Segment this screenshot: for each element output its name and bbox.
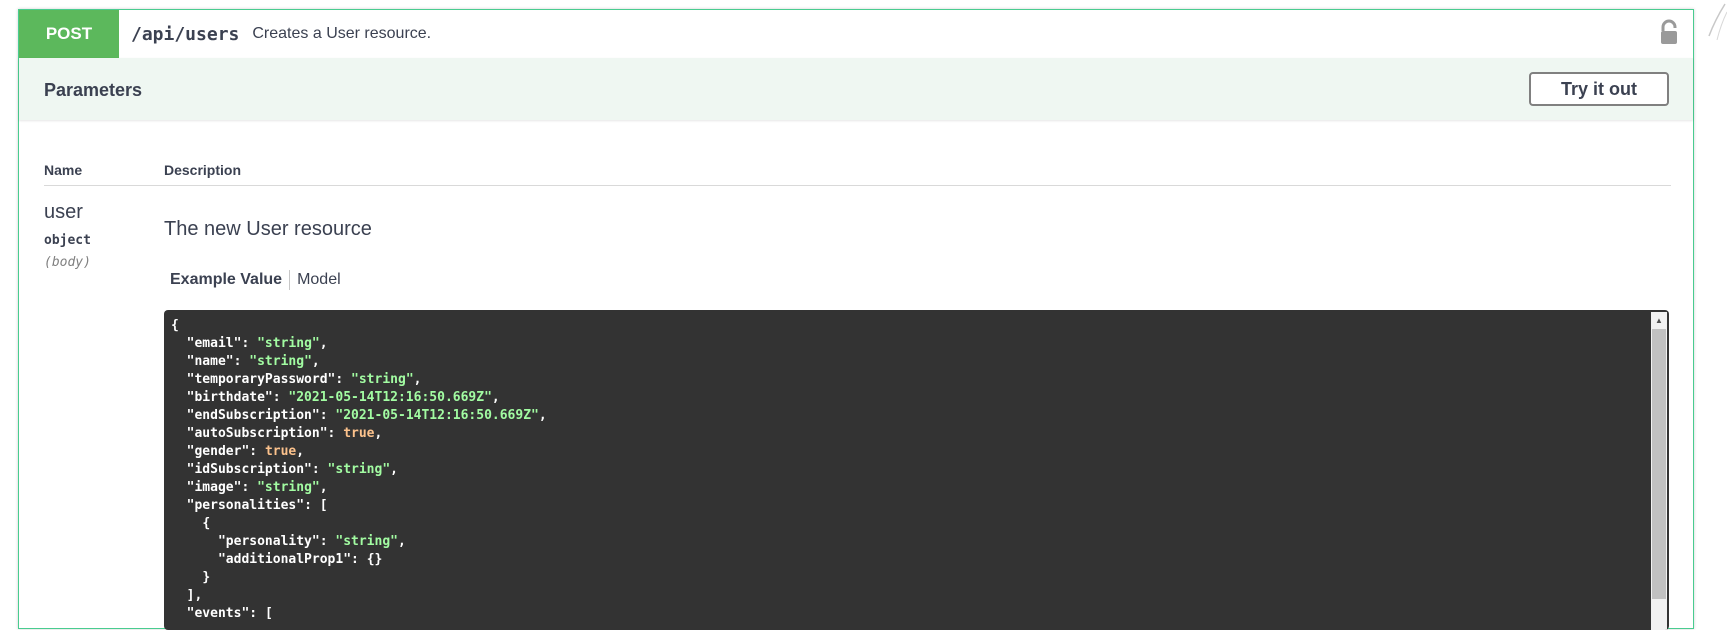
endpoint-path: /api/users: [131, 23, 240, 45]
code-key: "personalities": [186, 498, 305, 513]
code-line: "temporaryPassword": "string",: [186, 372, 422, 387]
code-punct: ],: [186, 588, 203, 603]
example-code-block[interactable]: { "email": "string", "name": "string", "…: [164, 310, 1669, 630]
parameter-description: The new User resource: [164, 218, 372, 240]
code-value: "string": [257, 336, 320, 351]
code-key: "email": [186, 336, 242, 351]
parameters-title: Parameters: [44, 80, 143, 100]
name-column-header: Name: [44, 162, 83, 178]
code-key: "additionalProp1": [217, 552, 352, 567]
parameter-name: user: [44, 201, 83, 223]
example-json: { "email": "string", "name": "string", "…: [164, 310, 1669, 630]
code-value: "string": [249, 354, 312, 369]
parameter-type: object: [44, 233, 91, 248]
code-line: "idSubscription": "string",: [186, 462, 398, 477]
description-column-header: Description: [164, 162, 242, 178]
code-value: "string": [257, 480, 320, 495]
code-value: [: [319, 498, 328, 513]
code-line: "image": "string",: [186, 480, 328, 495]
code-key: "endSubscription": [186, 408, 320, 423]
header-divider: [44, 185, 1671, 186]
code-value: "string": [327, 462, 391, 477]
tab-model[interactable]: Model: [290, 271, 341, 289]
code-line: ],: [171, 588, 203, 603]
code-value: [: [264, 606, 273, 621]
code-line: "additionalProp1": {}: [217, 552, 383, 567]
code-line: "birthdate": "2021-05-14T12:16:50.669Z",: [186, 390, 500, 405]
code-key: "birthdate": [186, 390, 273, 405]
code-line: "events": [: [186, 606, 273, 621]
code-key: "gender": [186, 444, 250, 459]
code-line: {: [171, 516, 210, 531]
tab-example-value[interactable]: Example Value: [170, 271, 289, 289]
method-badge: POST: [19, 10, 119, 58]
code-value: "string": [351, 372, 414, 387]
code-key: "personality": [217, 534, 320, 549]
page-edge-mark: [1708, 3, 1727, 40]
code-line: "personality": "string",: [217, 534, 406, 549]
code-value: true: [264, 444, 297, 459]
code-key: "temporaryPassword": [186, 372, 336, 387]
try-it-out-button[interactable]: Try it out: [1529, 72, 1669, 106]
code-value: true: [343, 426, 375, 441]
code-key: "autoSubscription": [186, 426, 328, 441]
operation-summary[interactable]: POST /api/users Creates a User resource.: [19, 10, 1693, 59]
scrollbar-thumb[interactable]: [1652, 329, 1666, 599]
code-line: "email": "string",: [186, 336, 328, 351]
example-tabs: Example Value Model: [170, 270, 341, 290]
code-value: "string": [335, 534, 398, 549]
code-punct: }: [202, 570, 211, 585]
code-line: "personalities": [: [186, 498, 328, 513]
code-punct: {: [171, 318, 179, 333]
scroll-up-arrow-icon[interactable]: ▲: [1651, 312, 1667, 328]
code-value: {}: [366, 552, 383, 567]
code-punct: {: [202, 516, 211, 531]
code-key: "name": [186, 354, 234, 369]
code-value: "2021-05-14T12:16:50.669Z": [335, 408, 539, 423]
code-line: "endSubscription": "2021-05-14T12:16:50.…: [186, 408, 547, 423]
code-key: "events": [186, 606, 250, 621]
code-line: "name": "string",: [186, 354, 320, 369]
code-line: "autoSubscription": true,: [186, 426, 383, 441]
code-line: "gender": true,: [186, 444, 305, 459]
code-scrollbar[interactable]: ▲: [1651, 312, 1667, 630]
parameter-location: (body): [44, 255, 91, 270]
code-value: "2021-05-14T12:16:50.669Z": [288, 390, 492, 405]
code-key: "idSubscription": [186, 462, 312, 477]
endpoint-description: Creates a User resource.: [252, 25, 432, 42]
code-key: "image": [186, 480, 242, 495]
code-line: {: [171, 318, 179, 333]
lock-icon[interactable]: [1659, 19, 1679, 47]
parameters-header: Parameters Try it out: [19, 58, 1693, 120]
code-line: }: [171, 570, 210, 585]
